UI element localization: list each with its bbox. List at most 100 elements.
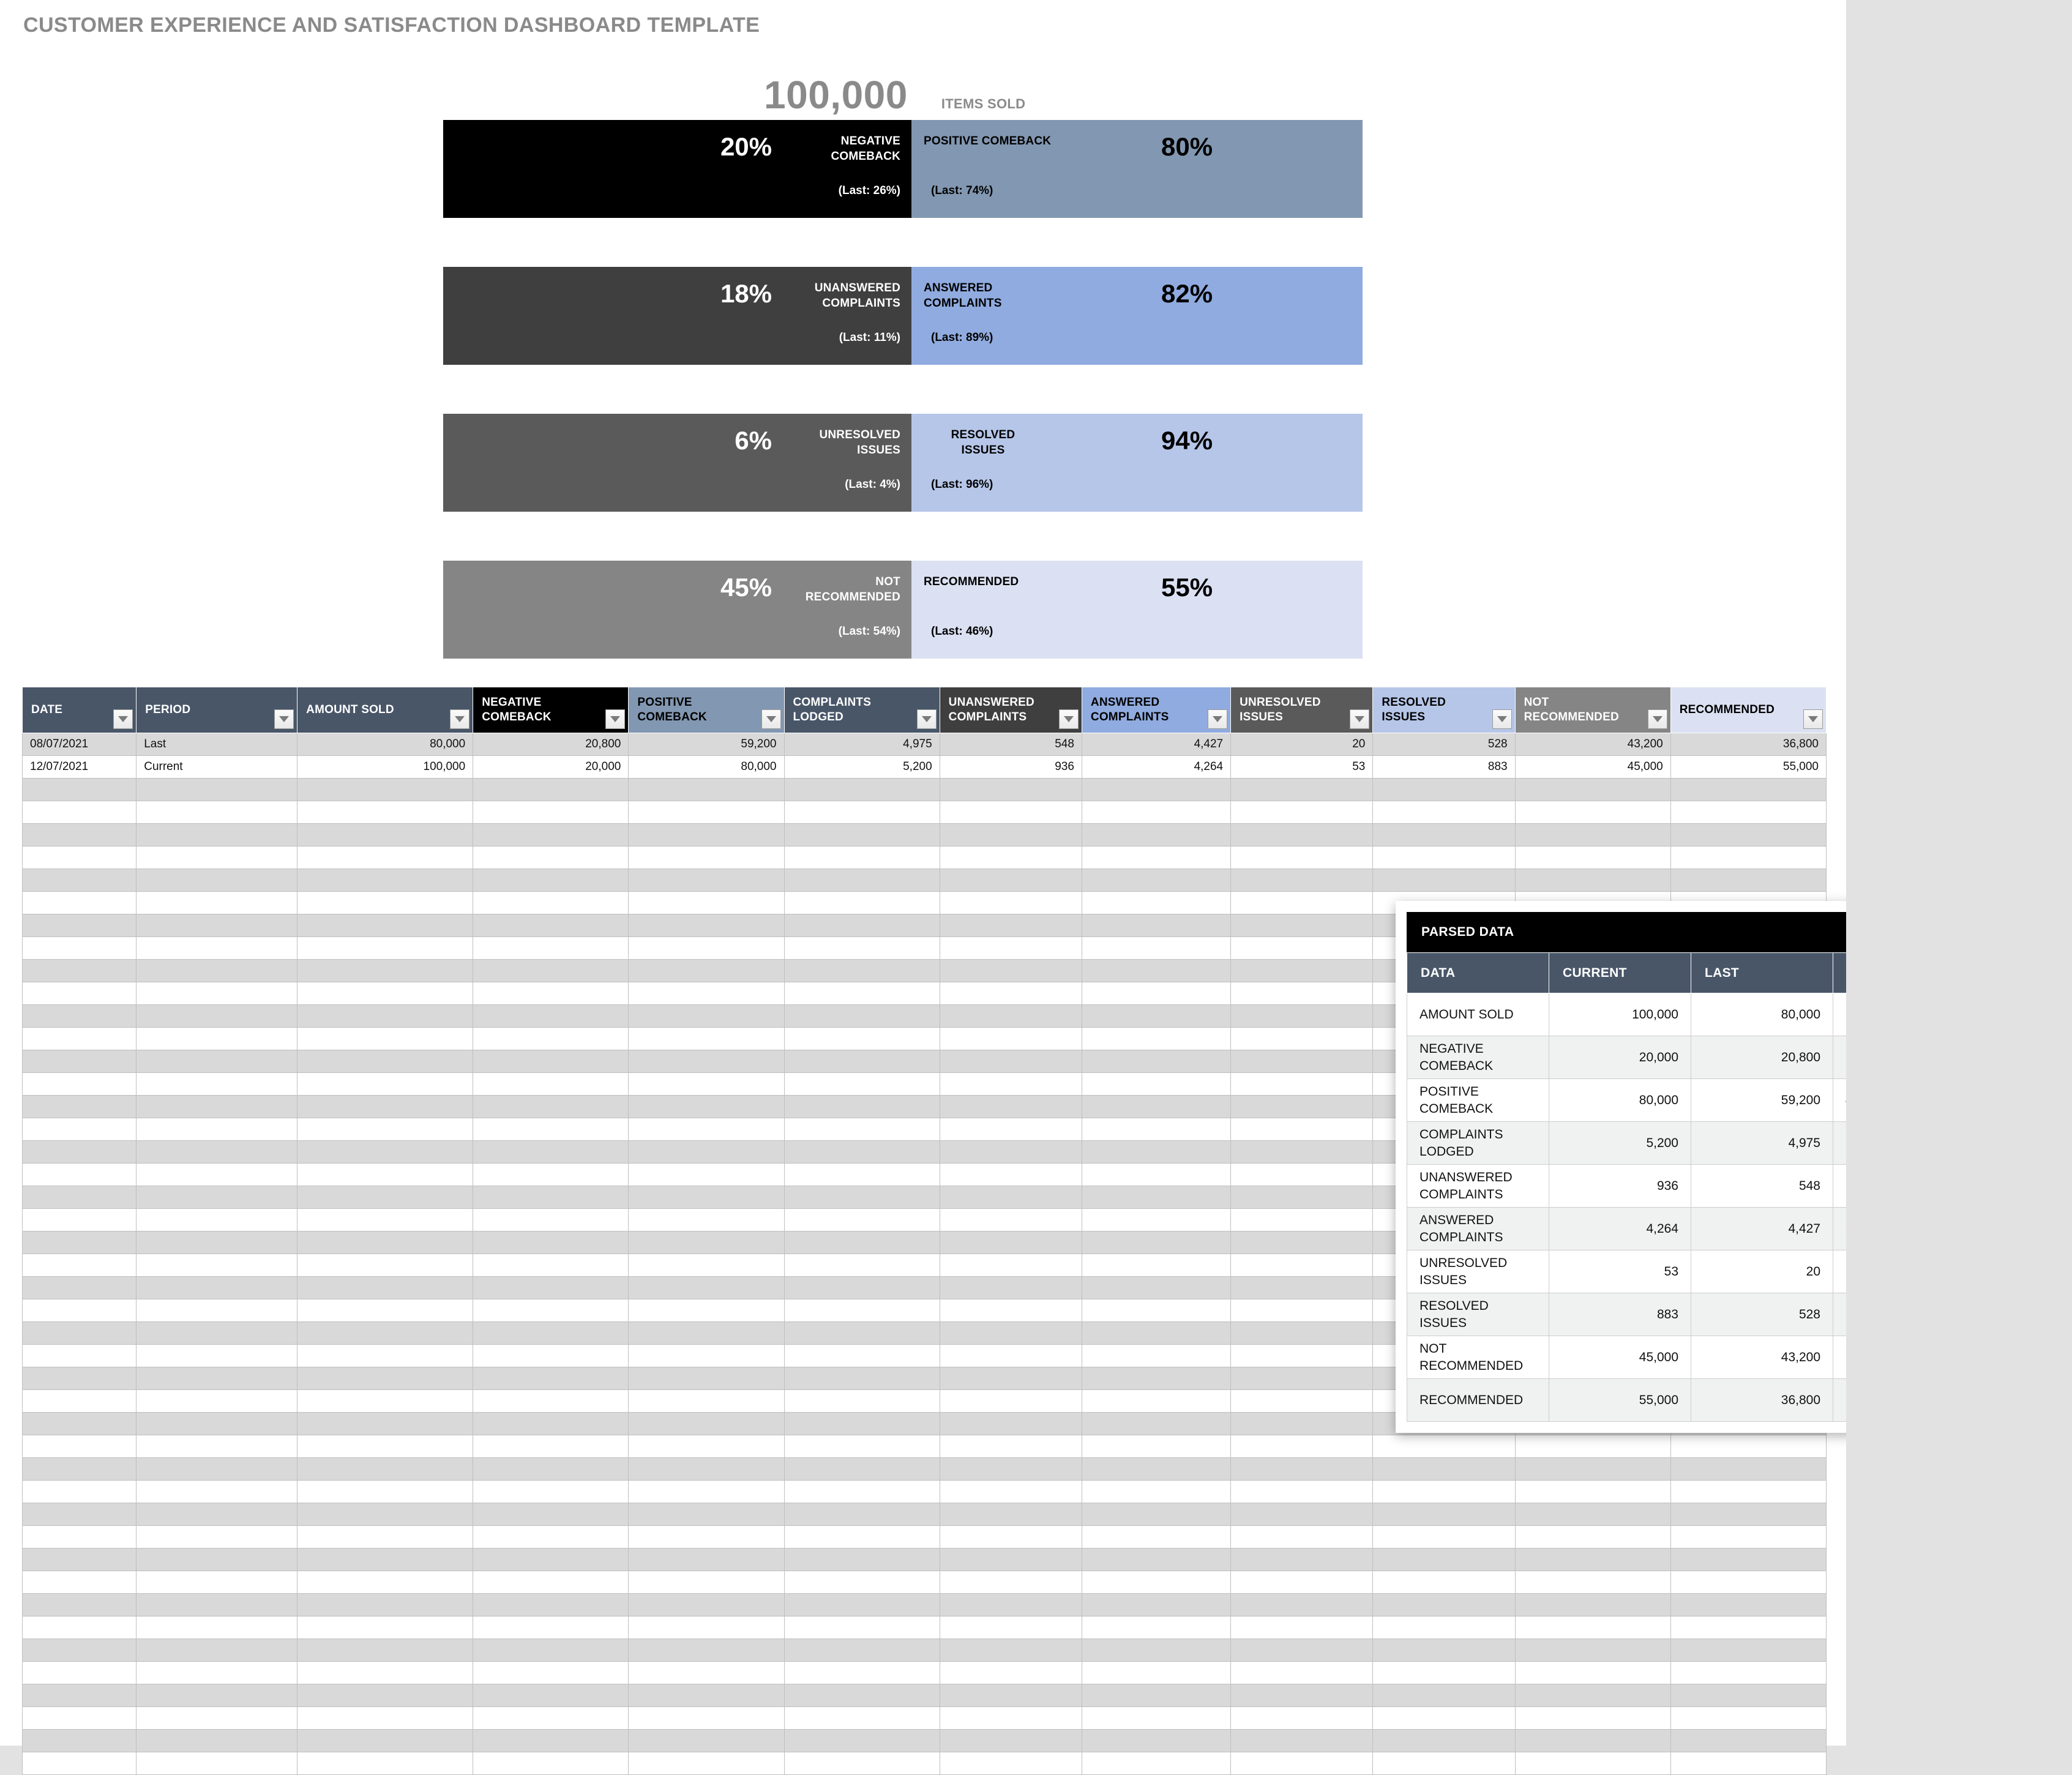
table-cell[interactable] xyxy=(1670,1503,1827,1526)
table-cell[interactable] xyxy=(1372,869,1516,892)
table-cell[interactable] xyxy=(1230,1186,1374,1209)
table-cell[interactable] xyxy=(1081,1208,1232,1231)
table-cell[interactable] xyxy=(136,1208,298,1231)
table-cell[interactable] xyxy=(628,1231,785,1254)
table-cell[interactable] xyxy=(473,823,629,846)
table-cell[interactable] xyxy=(473,1163,629,1186)
table-cell[interactable] xyxy=(21,1752,137,1775)
table-cell[interactable] xyxy=(1670,801,1827,824)
table-cell[interactable] xyxy=(1230,1254,1374,1277)
table-row[interactable] xyxy=(21,846,1827,869)
table-cell[interactable] xyxy=(21,1299,137,1322)
table-cell[interactable] xyxy=(473,1661,629,1684)
table-cell[interactable] xyxy=(21,1095,137,1118)
table-cell[interactable] xyxy=(297,982,474,1005)
table-cell[interactable] xyxy=(1230,1503,1374,1526)
table-cell[interactable]: Current xyxy=(136,755,298,779)
table-cell[interactable] xyxy=(1514,1593,1671,1616)
table-row[interactable] xyxy=(21,1435,1827,1458)
table-cell[interactable] xyxy=(21,1525,137,1549)
table-cell[interactable] xyxy=(297,1480,474,1503)
table-cell[interactable] xyxy=(1670,1457,1827,1481)
table-cell[interactable] xyxy=(1230,1593,1374,1616)
table-cell[interactable] xyxy=(21,778,137,801)
table-row[interactable] xyxy=(21,778,1827,801)
table-cell[interactable] xyxy=(21,1480,137,1503)
table-cell[interactable] xyxy=(1230,959,1374,982)
table-cell[interactable] xyxy=(939,1435,1082,1458)
table-cell[interactable] xyxy=(628,1208,785,1231)
table-cell[interactable] xyxy=(136,1254,298,1277)
table-cell[interactable] xyxy=(1514,1503,1671,1526)
table-cell[interactable] xyxy=(473,1118,629,1141)
table-cell[interactable]: 883 xyxy=(1372,755,1516,779)
filter-dropdown-icon[interactable] xyxy=(916,709,937,729)
table-cell[interactable] xyxy=(628,823,785,846)
table-cell[interactable] xyxy=(1514,1729,1671,1752)
table-cell[interactable] xyxy=(136,982,298,1005)
table-cell[interactable] xyxy=(136,1480,298,1503)
table-cell[interactable]: 528 xyxy=(1372,733,1516,756)
table-cell[interactable] xyxy=(297,1616,474,1639)
table-cell[interactable] xyxy=(784,778,940,801)
table-cell[interactable] xyxy=(136,1639,298,1662)
table-cell[interactable] xyxy=(939,1593,1082,1616)
table-row[interactable] xyxy=(21,869,1827,892)
table-cell[interactable] xyxy=(473,891,629,914)
table-cell[interactable] xyxy=(136,1344,298,1367)
table-cell[interactable] xyxy=(1514,1706,1671,1730)
table-cell[interactable] xyxy=(784,1004,940,1028)
filter-dropdown-icon[interactable] xyxy=(1803,709,1823,729)
table-cell[interactable] xyxy=(784,1027,940,1050)
table-cell[interactable] xyxy=(21,869,137,892)
table-row[interactable] xyxy=(21,823,1827,846)
table-cell[interactable] xyxy=(473,1254,629,1277)
table-cell[interactable] xyxy=(1670,1684,1827,1707)
table-cell[interactable] xyxy=(1514,1548,1671,1571)
column-header-positive-comeback[interactable]: POSITIVE COMEBACK xyxy=(628,687,785,733)
table-cell[interactable] xyxy=(297,1208,474,1231)
table-cell[interactable]: 80,000 xyxy=(297,733,474,756)
table-cell[interactable] xyxy=(1081,1344,1232,1367)
table-cell[interactable] xyxy=(1670,1593,1827,1616)
table-cell[interactable] xyxy=(1230,1299,1374,1322)
table-cell[interactable] xyxy=(1081,1231,1232,1254)
table-cell[interactable] xyxy=(1514,1684,1671,1707)
table-cell[interactable] xyxy=(1230,801,1374,824)
table-cell[interactable] xyxy=(136,1367,298,1390)
table-cell[interactable] xyxy=(784,1231,940,1254)
table-cell[interactable] xyxy=(1230,1208,1374,1231)
table-cell[interactable] xyxy=(1081,1412,1232,1435)
column-header-answered-complaints[interactable]: ANSWERED COMPLAINTS xyxy=(1081,687,1232,733)
table-cell[interactable] xyxy=(1081,1140,1232,1164)
table-cell[interactable] xyxy=(297,869,474,892)
table-cell[interactable]: 45,000 xyxy=(1514,755,1671,779)
table-cell[interactable] xyxy=(1372,1457,1516,1481)
table-cell[interactable] xyxy=(1670,1525,1827,1549)
table-cell[interactable] xyxy=(1081,1299,1232,1322)
table-cell[interactable]: 20,000 xyxy=(473,755,629,779)
table-cell[interactable] xyxy=(628,1095,785,1118)
table-cell[interactable] xyxy=(1514,778,1671,801)
table-cell[interactable] xyxy=(1230,1457,1374,1481)
table-cell[interactable] xyxy=(297,1412,474,1435)
table-cell[interactable] xyxy=(136,1503,298,1526)
table-cell[interactable] xyxy=(1514,869,1671,892)
table-cell[interactable] xyxy=(473,1412,629,1435)
table-cell[interactable] xyxy=(1230,1367,1374,1390)
table-cell[interactable] xyxy=(939,1571,1082,1594)
table-cell[interactable] xyxy=(297,1548,474,1571)
table-cell[interactable] xyxy=(1230,1050,1374,1073)
table-cell[interactable] xyxy=(1081,1525,1232,1549)
table-cell[interactable] xyxy=(1230,1027,1374,1050)
table-cell[interactable] xyxy=(1372,801,1516,824)
table-cell[interactable] xyxy=(297,1639,474,1662)
table-cell[interactable] xyxy=(939,1186,1082,1209)
table-cell[interactable] xyxy=(939,1752,1082,1775)
table-cell[interactable] xyxy=(1230,1729,1374,1752)
filter-dropdown-icon[interactable] xyxy=(761,709,781,729)
table-cell[interactable] xyxy=(939,1208,1082,1231)
table-cell[interactable] xyxy=(21,846,137,869)
table-cell[interactable] xyxy=(1514,823,1671,846)
table-cell[interactable] xyxy=(297,1344,474,1367)
